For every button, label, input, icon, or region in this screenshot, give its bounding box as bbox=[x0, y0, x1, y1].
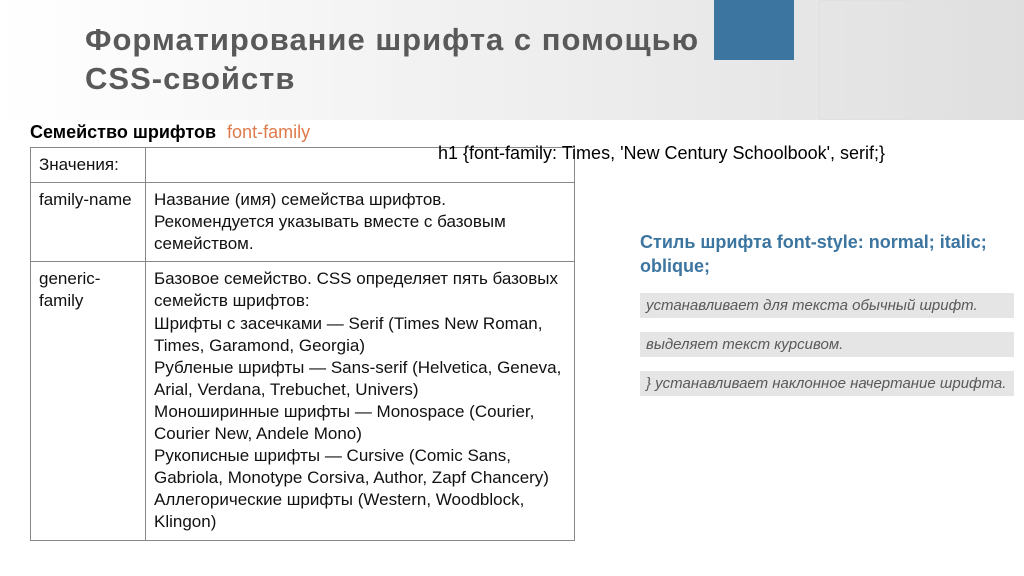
code-example: h1 {font-family: Times, 'New Century Sch… bbox=[438, 142, 1018, 165]
values-label: Значения: bbox=[31, 148, 146, 183]
generic-family-label: generic-family bbox=[31, 262, 146, 540]
family-name-label: family-name bbox=[31, 183, 146, 262]
decor-block bbox=[714, 0, 794, 60]
family-name-desc: Название (имя) семейства шрифтов. Рекоме… bbox=[146, 183, 575, 262]
font-family-property: font-family bbox=[227, 122, 310, 142]
content-area: Семейство шрифтов font-family Значения: … bbox=[30, 122, 1014, 576]
table-row: family-name Название (имя) семейства шри… bbox=[31, 183, 575, 262]
title-line-2: CSS-свойств bbox=[85, 61, 295, 96]
font-style-italic-desc: выделяет текст курсивом. bbox=[640, 332, 1014, 357]
font-style-column: Стиль шрифта font-style: normal; italic;… bbox=[640, 230, 1014, 396]
font-family-heading-text: Семейство шрифтов bbox=[30, 122, 216, 142]
font-style-normal-desc: устанавливает для текста обычный шрифт. bbox=[640, 293, 1014, 318]
generic-family-desc: Базовое семейство. CSS определяет пять б… bbox=[146, 262, 575, 540]
table-row: generic-family Базовое семейство. CSS оп… bbox=[31, 262, 575, 540]
title-line-1: Форматирование шрифта с помощью bbox=[85, 22, 699, 57]
slide: Форматирование шрифта с помощью CSS-свой… bbox=[0, 0, 1024, 576]
font-family-heading: Семейство шрифтов font-family bbox=[30, 122, 1014, 143]
font-style-oblique-desc: } устанавливает наклонное начертание шри… bbox=[640, 371, 1014, 396]
decor-outline bbox=[819, 0, 984, 120]
slide-title: Форматирование шрифта с помощью CSS-свой… bbox=[85, 21, 699, 99]
font-family-table: Значения: family-name Название (имя) сем… bbox=[30, 147, 575, 541]
font-style-heading: Стиль шрифта font-style: normal; italic;… bbox=[640, 230, 1014, 279]
